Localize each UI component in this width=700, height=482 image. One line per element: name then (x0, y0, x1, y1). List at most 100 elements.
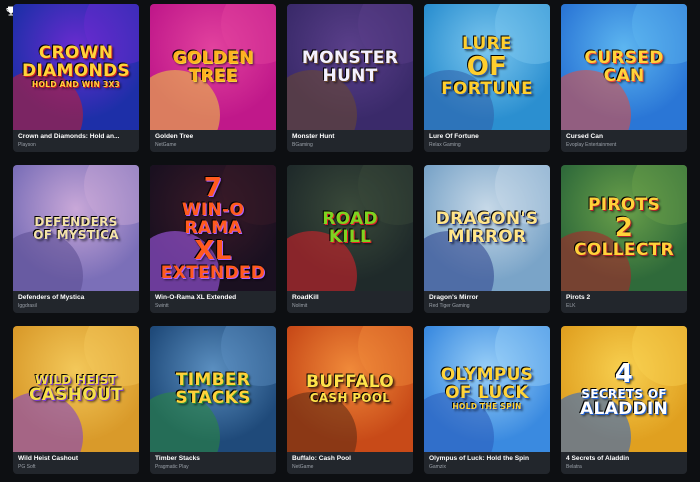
game-logo-text: CURSED (584, 47, 664, 68)
game-logo: GOLDEN TREE (169, 49, 258, 86)
game-thumbnail[interactable]: WILD HEIST CASHOUT (13, 326, 139, 452)
game-thumbnail[interactable]: OLYMPUS OF LUCK HOLD THE SPIN (424, 326, 550, 452)
game-logo-text: CROWN (38, 43, 114, 64)
game-card[interactable]: DRAGON'S MIRROR Dragon's Mirror Red Tiger G… (424, 165, 550, 313)
game-info: Monster Hunt BGaming (287, 130, 413, 148)
game-logo: ROAD KILL (318, 210, 382, 247)
game-provider: Relax Gaming (429, 142, 461, 148)
game-info: Golden Tree NetGame (150, 130, 276, 148)
game-card[interactable]: ROAD KILL RoadKill Nolimit (287, 165, 413, 313)
game-card[interactable]: GOLDEN TREE Golden Tree NetGame (150, 4, 276, 152)
game-card[interactable]: BUFFALO CASH POOL Buffalo: Cash Pool NetGam… (287, 326, 413, 474)
game-grid: CROWN DIAMONDS HOLD AND WIN 3x3 Crown and D… (13, 4, 687, 474)
game-card[interactable]: 7 WIN-O RAMA XL extended Win-O-Rama XL Extend… (150, 165, 276, 313)
game-thumbnail[interactable]: DEFENDERS OF MYSTICA (13, 165, 139, 291)
game-logo: Monster Hunt (298, 49, 402, 86)
game-provider: Belatra (566, 464, 582, 470)
game-logo-text: DRAGON'S (435, 208, 539, 229)
game-card[interactable]: PIROTS 2 CollectR Pirots 2 ELK (561, 165, 687, 313)
game-thumbnail[interactable]: CROWN DIAMONDS HOLD AND WIN 3x3 (13, 4, 139, 130)
game-provider: BGaming (292, 142, 313, 148)
game-provider: Pragmatic Play (155, 464, 189, 470)
game-logo-text: RAMA (184, 217, 242, 238)
game-logo-text: CollectR (574, 240, 674, 260)
game-title[interactable]: Win-O-Rama XL Extended (155, 294, 271, 301)
game-logo: 4 secrets of ALADDIN (576, 360, 672, 419)
game-logo-text: XL (194, 235, 232, 266)
game-title[interactable]: Wild Heist Cashout (18, 455, 134, 462)
game-info: Dragon's Mirror Red Tiger Gaming (424, 291, 550, 309)
game-logo-text: WIN-O (181, 199, 245, 220)
game-card[interactable]: Monster Hunt Monster Hunt BGaming (287, 4, 413, 152)
game-title[interactable]: Buffalo: Cash Pool (292, 455, 408, 462)
game-thumbnail[interactable]: DRAGON'S MIRROR (424, 165, 550, 291)
game-title[interactable]: 4 Secrets of Aladdin (566, 455, 682, 462)
game-logo: DEFENDERS OF MYSTICA (29, 215, 123, 242)
game-thumbnail[interactable]: BUFFALO CASH POOL (287, 326, 413, 452)
game-logo-text: extended (160, 262, 266, 283)
game-logo-text: KILL (328, 226, 372, 247)
game-card[interactable]: LURE OF FORTUNE Lure Of Fortune Relax Gaming (424, 4, 550, 152)
game-title[interactable]: Golden Tree (155, 133, 271, 140)
game-provider: Red Tiger Gaming (429, 303, 470, 309)
game-logo-text: CASHOUT (28, 385, 124, 405)
game-logo: LURE OF FORTUNE (437, 35, 537, 99)
game-provider: PG Soft (18, 464, 36, 470)
game-logo-text: LURE (462, 34, 512, 54)
game-logo-text: 2 (614, 213, 634, 243)
game-provider: ELK (566, 303, 576, 309)
game-title[interactable]: Defenders of Mystica (18, 294, 134, 301)
game-card[interactable]: TIMBER STACKS Timber Stacks Pragmatic Play (150, 326, 276, 474)
game-logo-text: OLYMPUS (440, 365, 534, 386)
game-provider: Evoplay Entertainment (566, 142, 617, 148)
game-logo-text: OF LUCK (445, 383, 529, 404)
game-logo-text: 7 (203, 172, 223, 203)
game-logo-text: Monster (301, 47, 399, 68)
game-logo-text: STACKS (175, 387, 251, 408)
game-logo-text: 4 (614, 358, 634, 389)
game-thumbnail[interactable]: PIROTS 2 CollectR (561, 165, 687, 291)
game-info: Lure Of Fortune Relax Gaming (424, 130, 550, 148)
game-provider: Nolimit (292, 303, 308, 309)
game-title[interactable]: Lure Of Fortune (429, 133, 545, 140)
game-logo-text: HOLD AND WIN 3x3 (31, 80, 121, 90)
game-title[interactable]: Dragon's Mirror (429, 294, 545, 301)
game-info: 4 Secrets of Aladdin Belatra (561, 452, 687, 470)
game-info: Defenders of Mystica Iggdrasil (13, 291, 139, 309)
game-logo-text: OF (466, 52, 508, 82)
game-title[interactable]: Monster Hunt (292, 133, 408, 140)
game-thumbnail[interactable]: ROAD KILL (287, 165, 413, 291)
game-thumbnail[interactable]: CURSED CAN (561, 4, 687, 130)
game-thumbnail[interactable]: LURE OF FORTUNE (424, 4, 550, 130)
game-thumbnail[interactable]: 7 WIN-O RAMA XL extended (150, 165, 276, 291)
game-title[interactable]: Pirots 2 (566, 294, 682, 301)
game-logo: BUFFALO CASH POOL (302, 373, 398, 405)
game-card[interactable]: OLYMPUS OF LUCK HOLD THE SPIN Olympus of Lu… (424, 326, 550, 474)
game-card[interactable]: WILD HEIST CASHOUT Wild Heist Cashout PG So… (13, 326, 139, 474)
game-provider: Iggdrasil (18, 303, 37, 309)
game-thumbnail[interactable]: Monster Hunt (287, 4, 413, 130)
game-logo: WILD HEIST CASHOUT (25, 373, 127, 405)
game-logo-text: ROAD (322, 208, 378, 229)
game-logo: CURSED CAN (580, 49, 667, 86)
game-thumbnail[interactable]: 4 secrets of ALADDIN (561, 326, 687, 452)
game-thumbnail[interactable]: TIMBER STACKS (150, 326, 276, 452)
game-info: Wild Heist Cashout PG Soft (13, 452, 139, 470)
game-title[interactable]: Olympus of Luck: Hold the Spin (429, 455, 545, 462)
game-logo-text: BUFFALO (306, 372, 394, 392)
game-logo-text: CAN (603, 65, 645, 86)
game-title[interactable]: Timber Stacks (155, 455, 271, 462)
game-card[interactable]: CURSED CAN Cursed Can Evoplay Entertainment (561, 4, 687, 152)
game-provider: Playson (18, 142, 36, 148)
game-logo-text: GOLDEN (172, 47, 254, 68)
game-card[interactable]: 4 secrets of ALADDIN 4 Secrets of Aladdin Be… (561, 326, 687, 474)
game-card[interactable]: DEFENDERS OF MYSTICA Defenders of Mystica I… (13, 165, 139, 313)
game-card[interactable]: CROWN DIAMONDS HOLD AND WIN 3x3 Crown and D… (13, 4, 139, 152)
game-provider: NetGame (292, 464, 314, 470)
game-logo-text: secrets of (581, 386, 667, 401)
game-thumbnail[interactable]: GOLDEN TREE (150, 4, 276, 130)
game-title[interactable]: Cursed Can (566, 133, 682, 140)
game-provider: NetGame (155, 142, 177, 148)
game-title[interactable]: RoadKill (292, 294, 408, 301)
game-title[interactable]: Crown and Diamonds: Hold an... (18, 133, 134, 140)
